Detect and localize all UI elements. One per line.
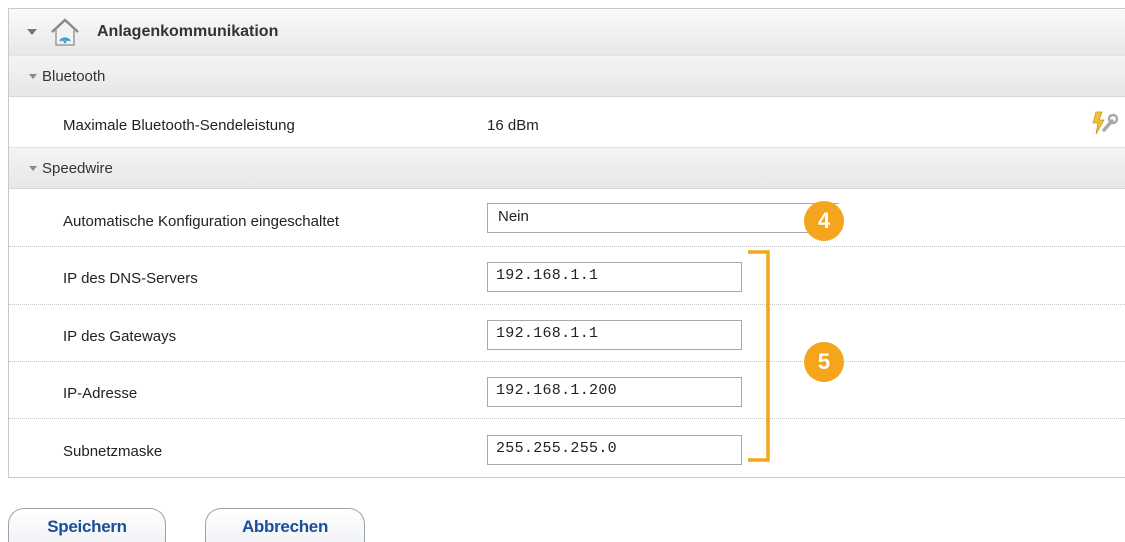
house-signal-icon [51, 18, 79, 46]
subnet-mask-input[interactable]: 255.255.255.0 [487, 435, 742, 465]
cancel-button[interactable]: Abbrechen [205, 508, 365, 542]
bluetooth-power-value: 16 dBm [487, 117, 539, 134]
auto-config-label: Automatische Konfiguration eingeschaltet [63, 213, 340, 230]
expand-arrow-icon[interactable] [29, 165, 37, 171]
bluetooth-power-label: Maximale Bluetooth-Sendeleistung [63, 117, 295, 134]
section-label-bluetooth: Bluetooth [42, 67, 106, 85]
save-button[interactable]: Speichern [8, 508, 166, 542]
panel-header[interactable]: Anlagenkommunikation [9, 9, 1125, 56]
expand-arrow-icon[interactable] [29, 73, 37, 79]
row-auto-config: Automatische Konfiguration eingeschaltet… [9, 189, 1125, 247]
gateway-input[interactable]: 192.168.1.1 [487, 320, 742, 350]
auto-config-select[interactable]: Nein [487, 203, 839, 233]
dns-server-input[interactable]: 192.168.1.1 [487, 262, 742, 292]
row-dns-server: IP des DNS-Servers 192.168.1.1 [9, 247, 1125, 305]
device-communication-panel: Anlagenkommunikation Bluetooth Maximale … [8, 8, 1125, 478]
tools-icon[interactable] [1090, 110, 1118, 136]
section-speedwire[interactable]: Speedwire [9, 147, 1125, 189]
dns-server-label: IP des DNS-Servers [63, 270, 198, 287]
collapse-arrow-icon[interactable] [27, 29, 37, 35]
row-ip-address: IP-Adresse 192.168.1.200 [9, 362, 1125, 419]
row-gateway: IP des Gateways 192.168.1.1 [9, 305, 1125, 362]
row-subnet-mask: Subnetzmaske 255.255.255.0 [9, 419, 1125, 478]
section-label-speedwire: Speedwire [42, 159, 113, 177]
ip-address-input[interactable]: 192.168.1.200 [487, 377, 742, 407]
callout-badge-4: 4 [804, 201, 844, 241]
group-bracket [748, 250, 770, 462]
row-bluetooth-power: Maximale Bluetooth-Sendeleistung 16 dBm [9, 97, 1125, 147]
subnet-mask-label: Subnetzmaske [63, 443, 163, 460]
ip-address-label: IP-Adresse [63, 385, 138, 402]
panel-title: Anlagenkommunikation [97, 23, 279, 40]
section-bluetooth[interactable]: Bluetooth [9, 55, 1125, 97]
gateway-label: IP des Gateways [63, 328, 177, 345]
callout-badge-5: 5 [804, 342, 844, 382]
